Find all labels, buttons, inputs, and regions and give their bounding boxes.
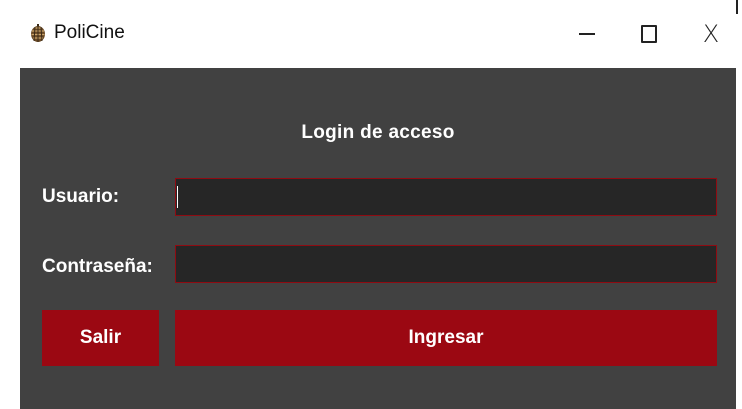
window-title: PoliCine	[54, 22, 125, 43]
text-caret	[177, 186, 178, 208]
maximize-button[interactable]	[620, 0, 678, 68]
close-icon: X	[702, 20, 720, 48]
password-input[interactable]	[175, 245, 717, 283]
title-bar[interactable]: PoliCine X	[20, 0, 736, 68]
window-edge	[736, 0, 738, 14]
login-button[interactable]: Ingresar	[175, 310, 717, 366]
app-window: PoliCine X Login de acceso Usuario: Cont…	[20, 0, 738, 409]
minimize-icon	[579, 33, 595, 35]
login-panel: Login de acceso Usuario: Contraseña: Sal…	[20, 68, 736, 409]
login-heading: Login de acceso	[301, 122, 455, 143]
pinecone-icon	[31, 24, 45, 42]
password-label: Contraseña:	[42, 256, 153, 277]
username-input[interactable]	[175, 178, 717, 216]
close-button[interactable]: X	[682, 0, 740, 68]
exit-button[interactable]: Salir	[42, 310, 159, 366]
maximize-icon	[641, 25, 657, 43]
minimize-button[interactable]	[558, 0, 616, 68]
username-label: Usuario:	[42, 186, 120, 207]
